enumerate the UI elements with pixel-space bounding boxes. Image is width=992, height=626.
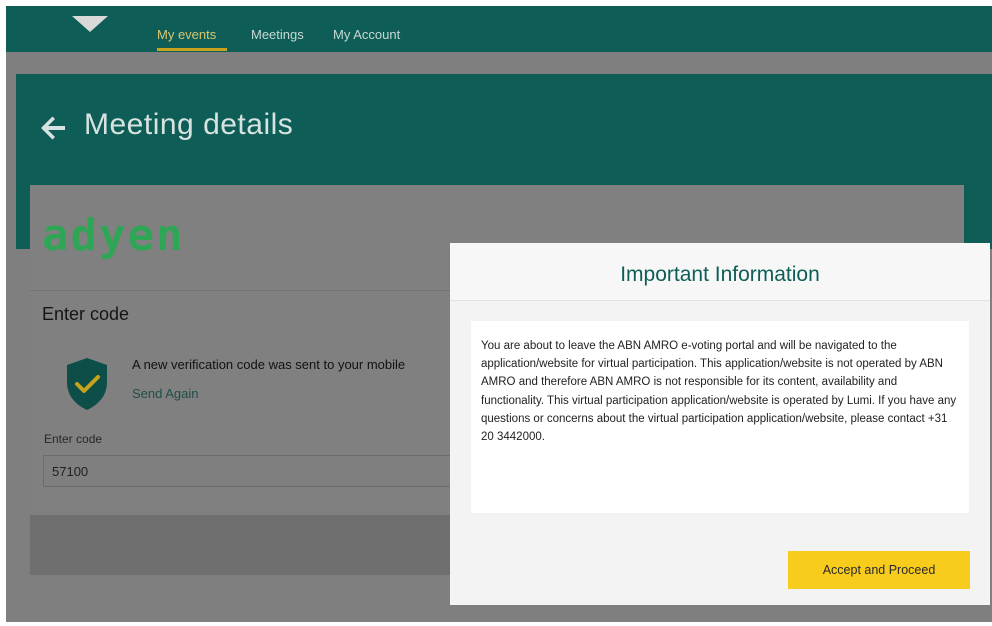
verification-message: A new verification code was sent to your… bbox=[132, 357, 406, 372]
nav-item-my-account[interactable]: My Account bbox=[333, 27, 400, 42]
modal-header: Important Information bbox=[450, 243, 990, 301]
enter-code-heading: Enter code bbox=[42, 304, 130, 324]
nav-item-meetings[interactable]: Meetings bbox=[251, 27, 304, 42]
page-title: Meeting details bbox=[84, 108, 294, 141]
send-again-link[interactable]: Send Again bbox=[132, 386, 199, 401]
accept-and-proceed-button[interactable]: Accept and Proceed bbox=[788, 551, 970, 589]
app-window: My events Meetings My Account Meeting de… bbox=[6, 6, 992, 622]
company-logo: adyen bbox=[42, 210, 185, 261]
shield-check-icon bbox=[67, 358, 107, 410]
code-field-label: Enter code bbox=[44, 432, 103, 446]
nav-notch-icon bbox=[72, 16, 108, 32]
modal-message: You are about to leave the ABN AMRO e-vo… bbox=[481, 340, 957, 444]
code-input[interactable] bbox=[43, 455, 451, 487]
arrow-left-icon[interactable] bbox=[38, 112, 70, 144]
active-nav-indicator bbox=[157, 48, 227, 51]
card-divider bbox=[30, 290, 450, 291]
nav-item-my-events[interactable]: My events bbox=[157, 27, 216, 42]
modal-title: Important Information bbox=[620, 263, 820, 286]
modal-body: You are about to leave the ABN AMRO e-vo… bbox=[471, 321, 969, 513]
top-navigation: My events Meetings My Account bbox=[6, 6, 992, 52]
important-information-modal: Important Information You are about to l… bbox=[450, 243, 990, 605]
